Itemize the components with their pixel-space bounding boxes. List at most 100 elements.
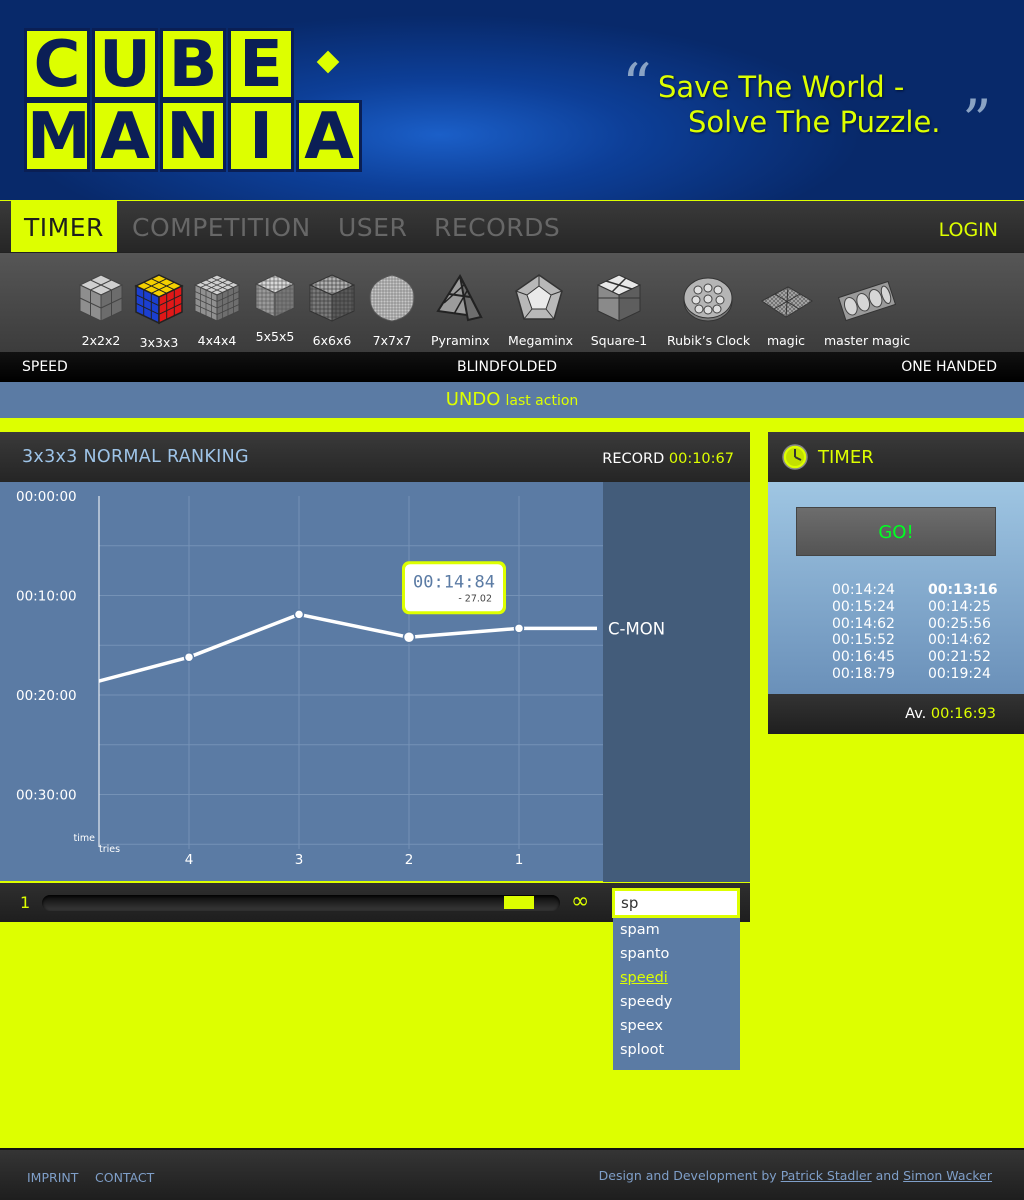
puzzle-label: 3x3x3 <box>139 335 179 350</box>
undo-bar[interactable]: UNDO last action <box>0 382 1024 418</box>
puzzle-label: Square-1 <box>590 333 648 348</box>
logo-row-mania: M A N I A <box>24 100 364 172</box>
time-entry: 00:14:25 <box>928 598 991 615</box>
time-entry: 00:15:24 <box>832 598 895 615</box>
ranking-line-chart: 00:00:00 00:10:00 00:20:00 00:30:00 4 3 2 1 time… <box>16 489 665 868</box>
slider-max-label: ∞ <box>571 889 590 914</box>
puzzle-2x2x2[interactable]: 2x2x2 <box>78 273 124 348</box>
nav-competition[interactable]: COMPETITION <box>132 201 311 253</box>
logo-letter: M <box>24 100 91 172</box>
logo-letter: I <box>228 100 294 172</box>
puzzle-7x7x7[interactable]: 7x7x7 <box>368 273 416 348</box>
x-tick-label: 1 <box>515 852 524 868</box>
puzzle-3x3x3[interactable]: 3x3x3 <box>134 273 184 350</box>
time-entry: 00:16:45 <box>832 649 895 666</box>
author-link[interactable]: Patrick Stadler <box>781 1168 872 1183</box>
contact-link[interactable]: CONTACT <box>95 1170 154 1185</box>
suggestion-item[interactable]: sploot <box>613 1038 740 1062</box>
cubemania-logo[interactable]: C U B E M A N I A <box>24 28 364 174</box>
logo-letter: E <box>228 28 294 100</box>
suggestion-item[interactable]: speedy <box>613 990 740 1014</box>
imprint-link[interactable]: IMPRINT <box>27 1170 78 1185</box>
tooltip-value: 00:14:84 <box>413 572 495 592</box>
time-entry: 00:14:24 <box>832 582 895 598</box>
square1-icon <box>596 274 642 322</box>
suggestion-item-highlighted[interactable]: speedi <box>613 966 740 990</box>
slogan-line-1: Save The World - <box>658 70 905 104</box>
open-quote-icon: “ <box>622 51 652 119</box>
close-quote-icon: ” <box>962 87 992 155</box>
times-column-2: 00:13:16 00:14:25 00:25:56 00:14:62 00:2… <box>928 582 998 683</box>
y-tick-label: 00:20:00 <box>16 688 77 704</box>
time-entry: 00:25:56 <box>928 615 991 632</box>
login-link[interactable]: LOGIN <box>939 201 998 259</box>
nav-user[interactable]: USER <box>338 201 407 253</box>
puzzle-square-1[interactable]: Square-1 <box>590 273 648 348</box>
master-magic-icon <box>837 280 897 322</box>
timer-footer: Av. 00:16:93 <box>768 694 1024 734</box>
average-value: 00:16:93 <box>930 706 996 722</box>
data-point <box>402 631 416 644</box>
puzzle-magic[interactable]: magic <box>755 273 817 348</box>
puzzle-label: magic <box>766 333 806 348</box>
y-tick-label: 00:00:00 <box>16 489 77 505</box>
puzzle-selector: 2x2x2 3x3x3 4x4x4 5x5x5 6x6x6 7x7x7 Pyra… <box>0 252 1024 352</box>
ranking-header: 3x3x3 NORMAL RANKING RECORD 00:10:67 <box>0 432 750 482</box>
search-suggestions: spam spanto speedi speedy speex sploot <box>613 918 740 1070</box>
ranking-panel: 3x3x3 NORMAL RANKING RECORD 00:10:67 00:… <box>0 432 750 922</box>
main-nav: TIMER COMPETITION USER RECORDS LOGIN <box>0 200 1024 253</box>
cube-2x2-icon <box>78 274 124 322</box>
puzzle-master-magic[interactable]: master magic <box>824 273 910 348</box>
slider-track[interactable] <box>42 895 560 911</box>
category-one-handed[interactable]: ONE HANDED <box>901 352 997 382</box>
series-name-label: C-MON <box>608 619 665 638</box>
category-blindfolded[interactable]: BLINDFOLDED <box>457 352 557 382</box>
nav-timer[interactable]: TIMER <box>11 201 117 253</box>
pyraminx-icon <box>436 273 483 322</box>
puzzle-4x4x4[interactable]: 4x4x4 <box>193 273 241 348</box>
user-search-input[interactable] <box>612 888 740 918</box>
puzzle-pyraminx[interactable]: Pyraminx <box>431 273 490 348</box>
timer-panel: TIMER GO! 00:14:24 00:15:24 00:14:62 00:… <box>768 432 1024 734</box>
x-axis-label: tries <box>99 844 120 855</box>
undo-description: last action <box>505 393 579 409</box>
time-entry: 00:14:62 <box>832 615 895 632</box>
suggestion-item[interactable]: spanto <box>613 942 740 966</box>
puzzle-megaminx[interactable]: Megaminx <box>508 273 573 348</box>
data-point <box>293 609 305 620</box>
cube-6x6-icon <box>308 274 356 322</box>
go-button[interactable]: GO! <box>796 507 996 556</box>
megaminx-icon <box>515 274 563 320</box>
y-tick-label: 00:10:00 <box>16 589 77 605</box>
author-link[interactable]: Simon Wacker <box>903 1168 992 1183</box>
category-speed[interactable]: SPEED <box>22 352 68 382</box>
x-tick-label: 3 <box>295 852 304 868</box>
magic-icon <box>761 286 813 318</box>
logo-letter: A <box>92 100 158 172</box>
x-tick-label: 4 <box>185 852 194 868</box>
slider-thumb[interactable] <box>504 896 535 909</box>
timer-header: TIMER <box>768 432 1024 482</box>
logo-letter: C <box>24 28 90 100</box>
cube-3x3-icon <box>134 274 184 325</box>
timer-title: TIMER <box>818 447 874 468</box>
puzzle-rubiks-clock[interactable]: Rubik’s Clock <box>667 273 750 348</box>
data-point <box>183 651 195 663</box>
tooltip-delta: - 27.02 <box>458 593 492 604</box>
average-label: Av. <box>905 706 927 722</box>
slider-min-label: 1 <box>20 893 31 912</box>
puzzle-6x6x6[interactable]: 6x6x6 <box>307 273 357 348</box>
data-point <box>513 623 525 634</box>
suggestion-item[interactable]: speex <box>613 1014 740 1038</box>
site-footer: IMPRINT CONTACT Design and Development b… <box>0 1148 1024 1200</box>
puzzle-5x5x5[interactable]: 5x5x5 <box>254 273 296 344</box>
time-entry: 00:14:62 <box>928 632 991 649</box>
ranking-title: 3x3x3 NORMAL RANKING <box>22 447 249 467</box>
slogan-line-2: Solve The Puzzle. <box>688 105 941 139</box>
nav-records[interactable]: RECORDS <box>434 201 560 253</box>
undo-label: UNDO <box>445 389 501 410</box>
suggestion-item[interactable]: spam <box>613 918 740 942</box>
puzzle-label: 2x2x2 <box>81 333 121 348</box>
puzzle-label: 5x5x5 <box>255 329 295 344</box>
credits: Design and Development by Patrick Stadle… <box>599 1168 992 1183</box>
